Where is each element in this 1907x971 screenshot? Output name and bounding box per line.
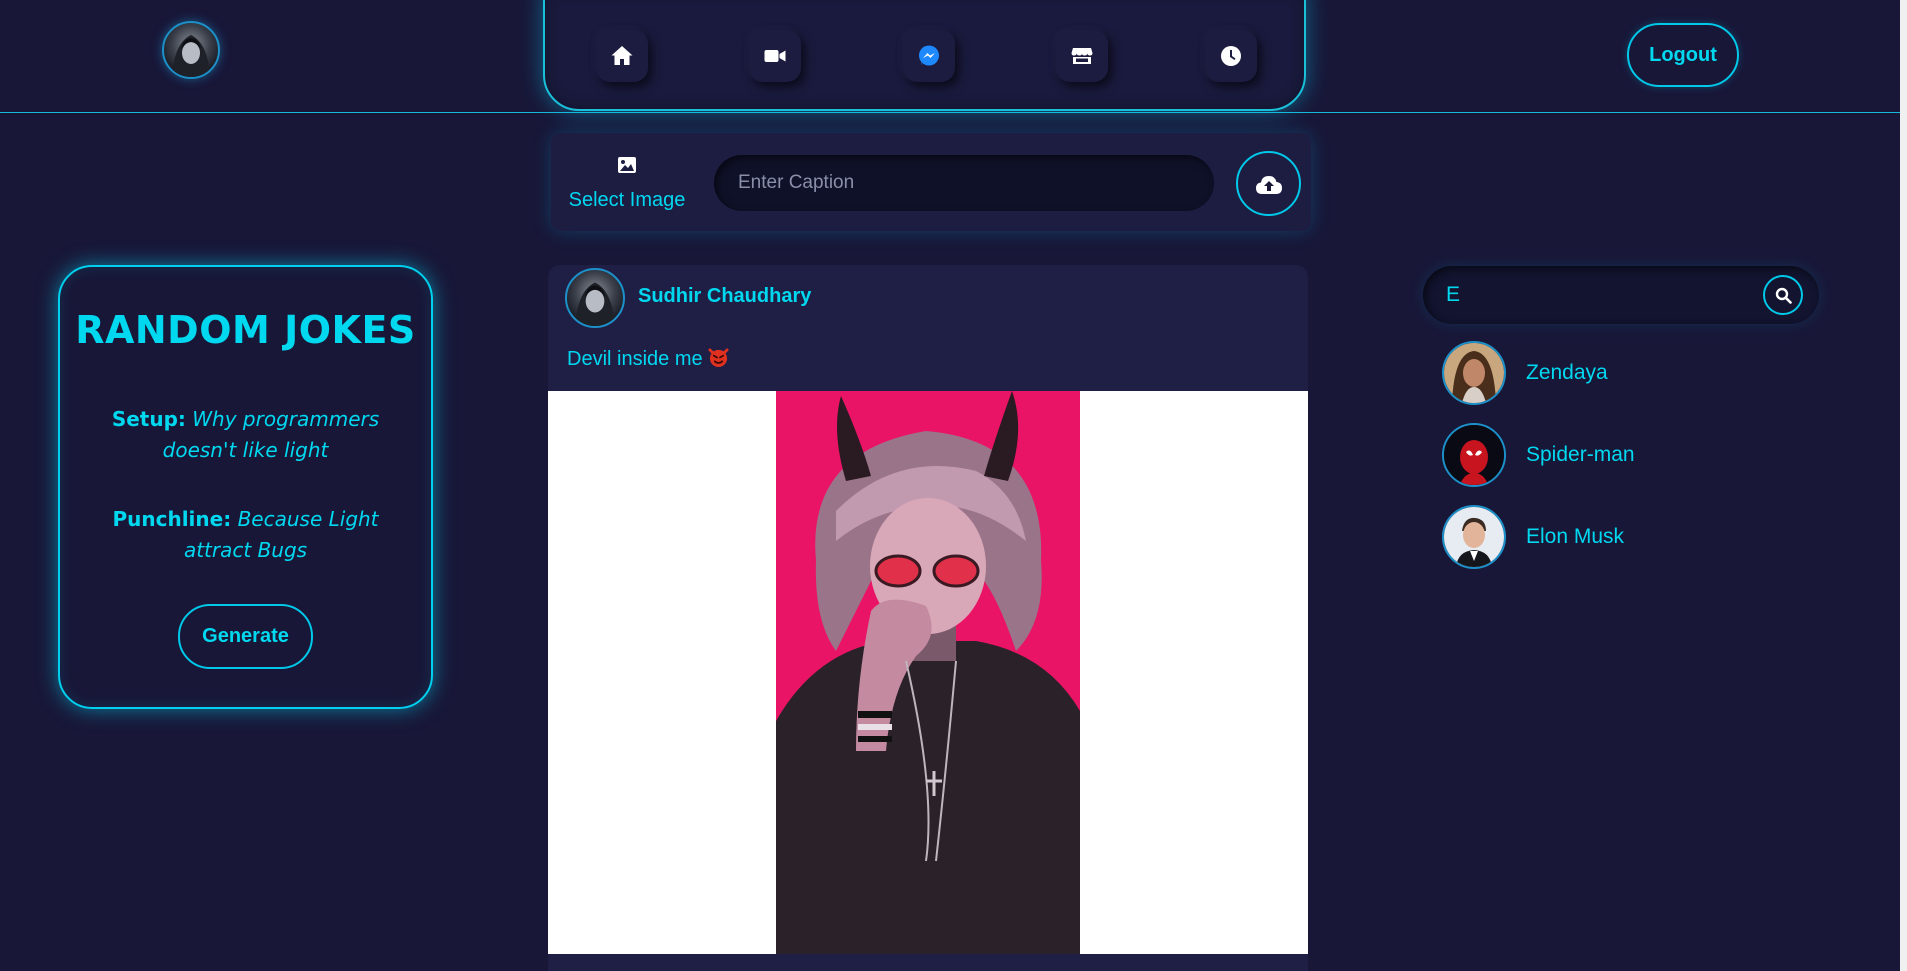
contact-item[interactable]: Zendaya	[1442, 341, 1742, 405]
contact-name: Elon Musk	[1526, 525, 1625, 548]
post-image[interactable]	[776, 391, 1080, 954]
clock-icon	[1221, 46, 1241, 66]
post-author-avatar[interactable]	[565, 268, 625, 328]
post-caption: Devil inside me	[567, 347, 729, 371]
contact-avatar	[1442, 505, 1506, 569]
messenger-nav-button[interactable]	[903, 30, 955, 82]
anime-devil-character-image	[776, 391, 1080, 954]
spider-man-avatar-image	[1444, 425, 1504, 485]
image-icon	[618, 157, 636, 173]
setup-text: Why programmers doesn't like light	[162, 407, 380, 462]
search-icon	[1775, 287, 1792, 304]
joke-setup: Setup: Why programmers doesn't like ligh…	[92, 404, 399, 466]
contact-avatar	[1442, 341, 1506, 405]
generate-button[interactable]: Generate	[178, 604, 313, 669]
caption-input[interactable]	[714, 155, 1214, 211]
punchline-label: Punchline:	[112, 507, 232, 531]
search-input[interactable]	[1430, 270, 1750, 320]
joke-punchline: Punchline: Because Light attract Bugs	[92, 504, 399, 566]
jokes-title: RANDOM JOKES	[75, 308, 416, 352]
store-icon	[1071, 48, 1093, 64]
store-nav-button[interactable]	[1056, 30, 1108, 82]
devil-emoji-icon	[708, 348, 729, 368]
post-author-name[interactable]: Sudhir Chaudhary	[638, 285, 811, 308]
video-icon	[764, 50, 786, 62]
upload-button[interactable]	[1236, 151, 1301, 216]
history-nav-button[interactable]	[1205, 30, 1257, 82]
contact-avatar	[1442, 423, 1506, 487]
contact-item[interactable]: Spider-man	[1442, 423, 1742, 487]
zendaya-avatar-image	[1444, 343, 1504, 403]
hooded-figure-avatar-image	[575, 282, 615, 326]
home-nav-button[interactable]	[596, 30, 648, 82]
messenger-icon	[919, 45, 939, 66]
logout-button[interactable]: Logout	[1627, 23, 1739, 87]
search-button[interactable]	[1763, 275, 1803, 315]
setup-label: Setup:	[111, 407, 186, 431]
post-caption-text: Devil inside me	[567, 348, 703, 370]
contact-name: Zendaya	[1526, 361, 1608, 384]
home-icon	[611, 46, 633, 65]
cloud-upload-icon	[1255, 175, 1282, 194]
contact-name: Spider-man	[1526, 443, 1635, 466]
video-nav-button[interactable]	[749, 30, 801, 82]
contact-item[interactable]: Elon Musk	[1442, 505, 1742, 569]
select-image-button[interactable]: Select Image	[562, 156, 692, 212]
hooded-figure-avatar-image	[172, 35, 210, 77]
elon-musk-avatar-image	[1444, 507, 1504, 567]
page-scrollbar[interactable]	[1900, 0, 1907, 971]
profile-avatar[interactable]	[162, 21, 220, 79]
select-image-label: Select Image	[568, 189, 686, 211]
